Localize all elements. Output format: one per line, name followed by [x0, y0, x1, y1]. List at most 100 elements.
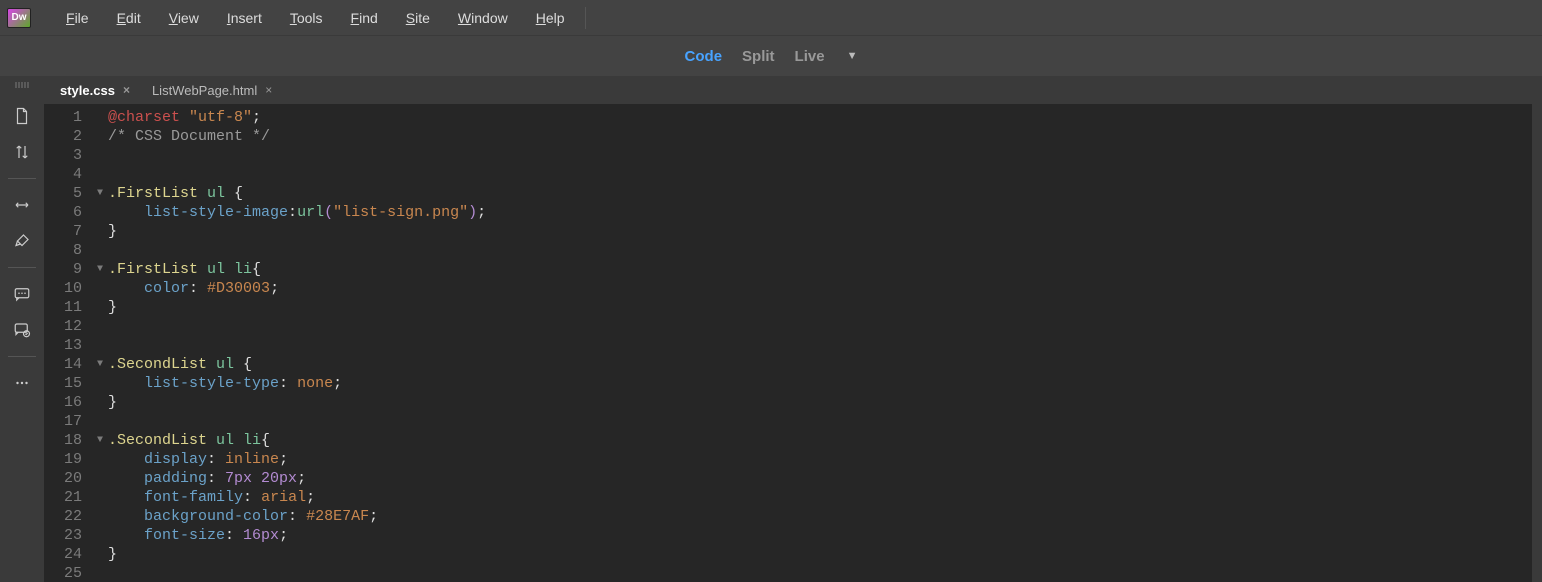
- fold-marker: [92, 507, 108, 526]
- code-line[interactable]: display: inline;: [108, 450, 1532, 469]
- code-line[interactable]: .FirstList ul li{: [108, 260, 1532, 279]
- line-number: 13: [44, 336, 82, 355]
- workspace: style.css×ListWebPage.html× 123456789101…: [0, 76, 1542, 582]
- fold-column: ▼ ▼ ▼ ▼: [92, 104, 108, 582]
- code-editor[interactable]: 1234567891011121314151617181920212223242…: [44, 104, 1542, 582]
- code-line[interactable]: [108, 241, 1532, 260]
- code-line[interactable]: [108, 146, 1532, 165]
- code-line[interactable]: }: [108, 393, 1532, 412]
- brush-icon[interactable]: [6, 225, 38, 257]
- line-number: 17: [44, 412, 82, 431]
- code-line[interactable]: /* CSS Document */: [108, 127, 1532, 146]
- code-line[interactable]: .SecondList ul li{: [108, 431, 1532, 450]
- fold-marker[interactable]: ▼: [92, 355, 108, 374]
- comment-check-icon[interactable]: [6, 314, 38, 346]
- fold-marker: [92, 222, 108, 241]
- line-number: 8: [44, 241, 82, 260]
- line-number: 12: [44, 317, 82, 336]
- code-line[interactable]: [108, 564, 1532, 582]
- fold-marker: [92, 298, 108, 317]
- file-tab[interactable]: style.css×: [50, 79, 140, 102]
- view-modes: Code Split Live ▼: [685, 48, 858, 65]
- line-number: 3: [44, 146, 82, 165]
- fold-marker: [92, 336, 108, 355]
- code-line[interactable]: }: [108, 545, 1532, 564]
- file-icon[interactable]: [6, 100, 38, 132]
- line-number: 18: [44, 431, 82, 450]
- menu-item-site[interactable]: Site: [392, 6, 444, 30]
- fold-marker: [92, 146, 108, 165]
- fold-marker: [92, 108, 108, 127]
- menu-item-edit[interactable]: Edit: [103, 6, 155, 30]
- code-content[interactable]: @charset "utf-8";/* CSS Document */ .Fir…: [108, 104, 1532, 582]
- fold-marker: [92, 317, 108, 336]
- line-number: 7: [44, 222, 82, 241]
- line-number: 15: [44, 374, 82, 393]
- fold-marker: [92, 393, 108, 412]
- menu-item-view[interactable]: View: [155, 6, 213, 30]
- line-number: 5: [44, 184, 82, 203]
- code-line[interactable]: list-style-type: none;: [108, 374, 1532, 393]
- file-tab[interactable]: ListWebPage.html ×: [142, 79, 282, 102]
- code-line[interactable]: [108, 317, 1532, 336]
- code-line[interactable]: [108, 412, 1532, 431]
- code-line[interactable]: }: [108, 222, 1532, 241]
- code-line[interactable]: .FirstList ul {: [108, 184, 1532, 203]
- close-icon[interactable]: ×: [265, 83, 272, 97]
- code-line[interactable]: }: [108, 298, 1532, 317]
- line-number: 22: [44, 507, 82, 526]
- code-line[interactable]: font-size: 16px;: [108, 526, 1532, 545]
- code-line[interactable]: padding: 7px 20px;: [108, 469, 1532, 488]
- menu-items: FileEditViewInsertToolsFindSiteWindowHel…: [52, 6, 579, 30]
- menu-item-window[interactable]: Window: [444, 6, 522, 30]
- fold-marker: [92, 545, 108, 564]
- fold-marker: [92, 203, 108, 222]
- menu-item-insert[interactable]: Insert: [213, 6, 276, 30]
- fold-marker[interactable]: ▼: [92, 184, 108, 203]
- fold-marker[interactable]: ▼: [92, 260, 108, 279]
- file-tabs: style.css× ListWebPage.html ×: [44, 76, 1542, 104]
- menu-item-file[interactable]: File: [52, 6, 103, 30]
- code-line[interactable]: [108, 165, 1532, 184]
- fold-marker[interactable]: ▼: [92, 431, 108, 450]
- view-mode-split[interactable]: Split: [742, 48, 775, 65]
- line-number: 2: [44, 127, 82, 146]
- line-number: 14: [44, 355, 82, 374]
- fold-marker: [92, 526, 108, 545]
- rail-separator: [8, 178, 36, 179]
- line-number: 10: [44, 279, 82, 298]
- fold-marker: [92, 450, 108, 469]
- code-line[interactable]: .SecondList ul {: [108, 355, 1532, 374]
- fold-marker: [92, 374, 108, 393]
- view-mode-live[interactable]: Live: [795, 48, 825, 65]
- code-line[interactable]: @charset "utf-8";: [108, 108, 1532, 127]
- more-icon[interactable]: [6, 367, 38, 399]
- code-line[interactable]: font-family: arial;: [108, 488, 1532, 507]
- line-number: 6: [44, 203, 82, 222]
- app-logo: Dw: [6, 7, 32, 29]
- rail-drag-handle[interactable]: [8, 82, 36, 88]
- code-line[interactable]: color: #D30003;: [108, 279, 1532, 298]
- menu-item-help[interactable]: Help: [522, 6, 579, 30]
- close-icon[interactable]: ×: [123, 83, 130, 97]
- fold-marker: [92, 241, 108, 260]
- menu-item-tools[interactable]: Tools: [276, 6, 337, 30]
- line-number: 1: [44, 108, 82, 127]
- tab-label: ListWebPage.html: [152, 83, 257, 98]
- view-mode-code[interactable]: Code: [685, 48, 723, 65]
- fold-marker: [92, 469, 108, 488]
- rail-separator: [8, 356, 36, 357]
- code-line[interactable]: [108, 336, 1532, 355]
- code-line[interactable]: background-color: #28E7AF;: [108, 507, 1532, 526]
- fold-marker: [92, 412, 108, 431]
- updown-arrows-icon[interactable]: [6, 136, 38, 168]
- menu-item-find[interactable]: Find: [337, 6, 392, 30]
- expand-arrows-icon[interactable]: [6, 189, 38, 221]
- comment-icon[interactable]: [6, 278, 38, 310]
- menu-divider: [585, 7, 586, 29]
- code-line[interactable]: list-style-image:url("list-sign.png");: [108, 203, 1532, 222]
- fold-marker: [92, 564, 108, 582]
- dreamweaver-logo-icon: Dw: [7, 8, 31, 28]
- chevron-down-icon[interactable]: ▼: [847, 50, 858, 62]
- fold-marker: [92, 488, 108, 507]
